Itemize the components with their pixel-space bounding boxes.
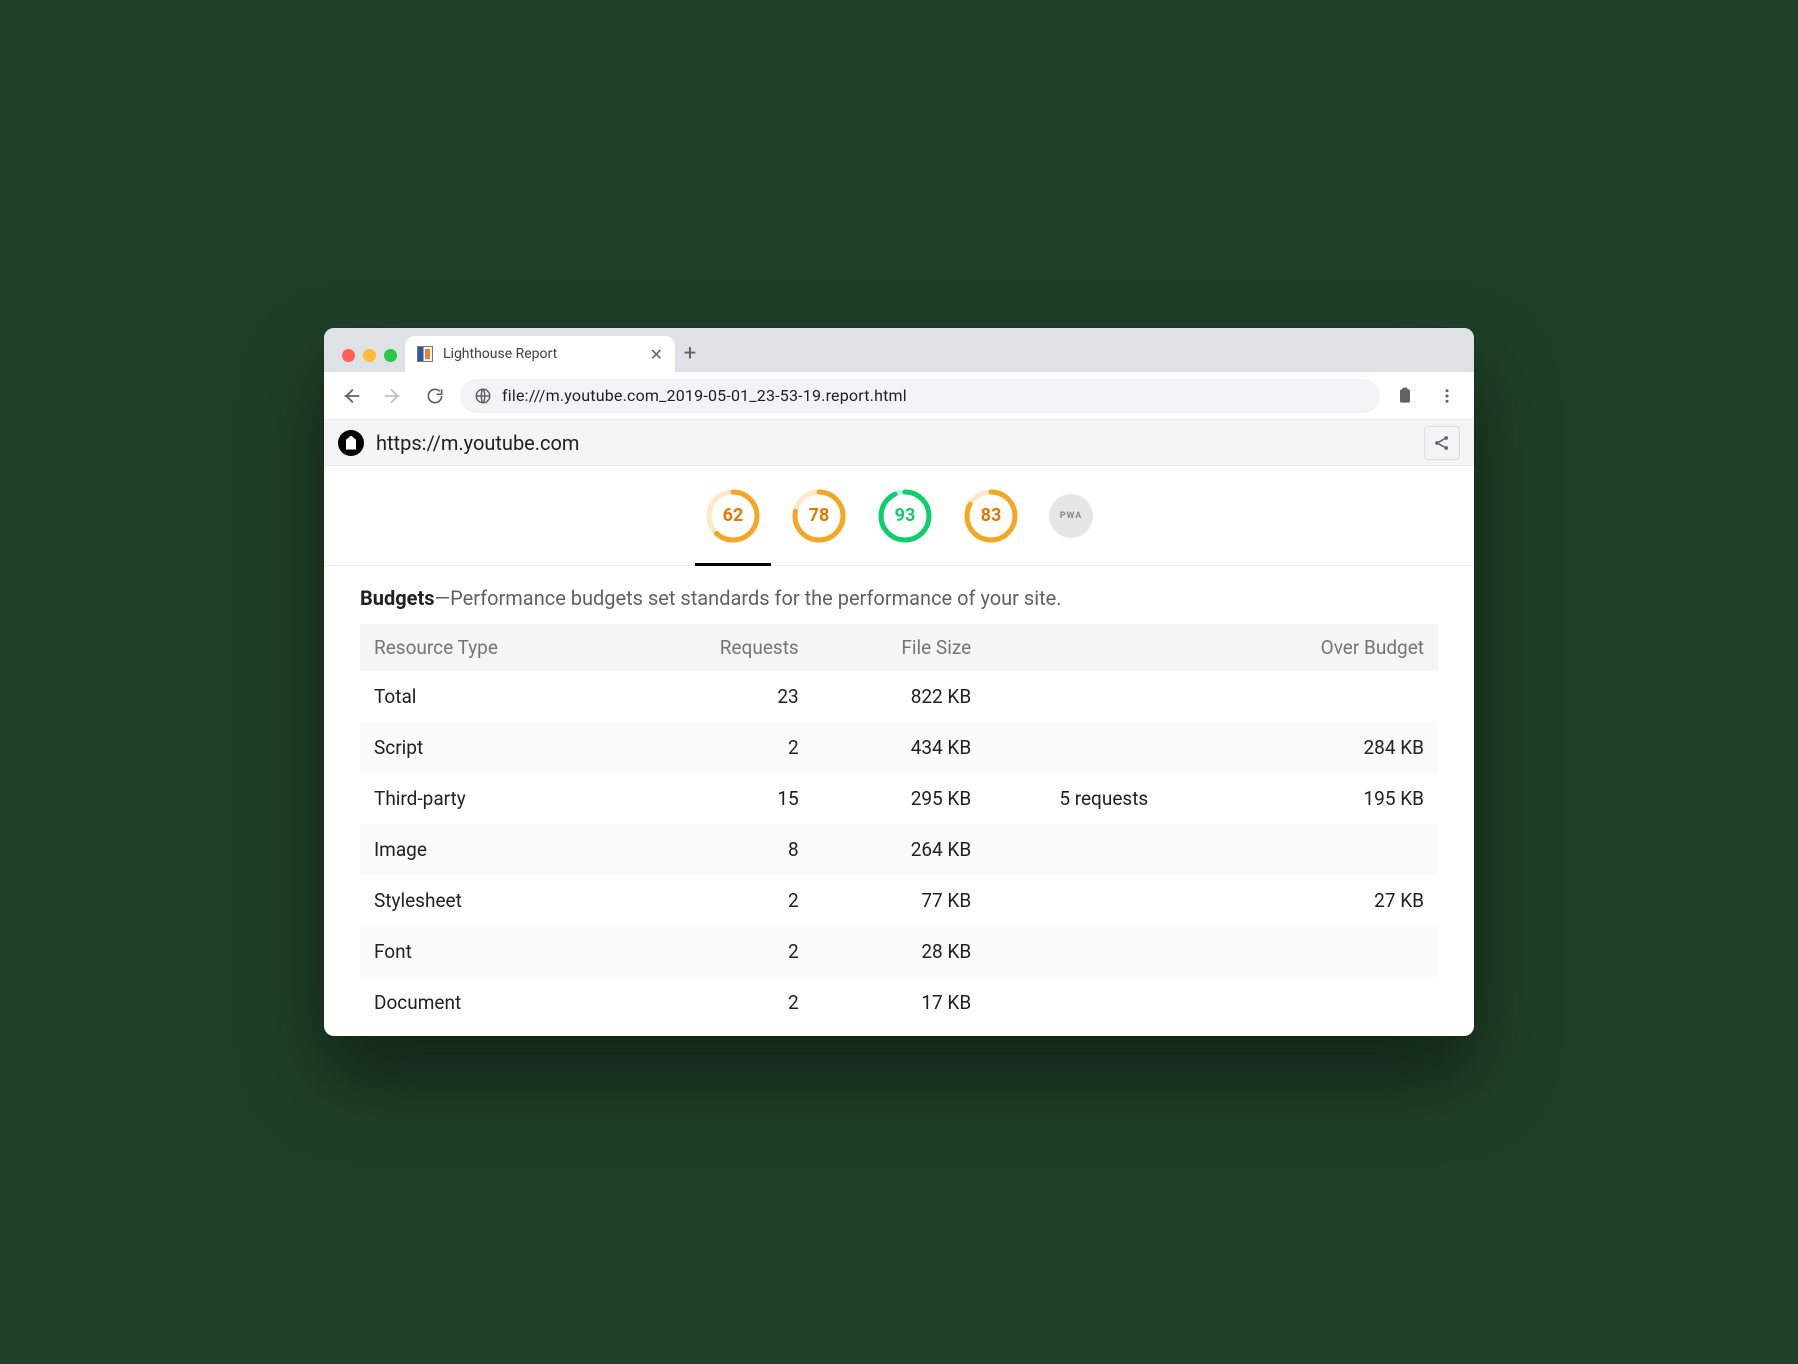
resource-type: Image — [360, 824, 662, 875]
gauge-score: 93 — [877, 488, 933, 544]
window-minimize-button[interactable] — [363, 349, 376, 362]
reload-button[interactable] — [418, 379, 452, 413]
clipboard-icon — [1395, 386, 1415, 406]
score-gauge-1[interactable]: 78 — [791, 488, 847, 544]
url-text: file:///m.youtube.com_2019-05-01_23-53-1… — [502, 386, 907, 405]
requests: 2 — [662, 926, 813, 977]
resource-type: Stylesheet — [360, 875, 662, 926]
budgets-col-0: Resource Type — [360, 624, 662, 671]
resource-type: Total — [360, 671, 662, 722]
requests: 2 — [662, 722, 813, 773]
share-button[interactable] — [1424, 426, 1460, 460]
kebab-icon — [1438, 387, 1456, 405]
report-site-url: https://m.youtube.com — [376, 431, 579, 455]
table-row: Script2434 KB 284 KB — [360, 722, 1438, 773]
file-size: 77 KB — [813, 875, 985, 926]
score-gauge-3[interactable]: 83 — [963, 488, 1019, 544]
budgets-header-row: Resource TypeRequestsFile Size Over Budge… — [360, 624, 1438, 671]
reload-icon — [425, 386, 445, 406]
file-size: 295 KB — [813, 773, 985, 824]
lighthouse-favicon-icon — [417, 346, 433, 362]
budgets-heading: Budgets—Performance budgets set standard… — [360, 586, 1438, 610]
over-size: 27 KB — [1222, 875, 1438, 926]
back-button[interactable] — [334, 379, 368, 413]
over-requests — [985, 824, 1222, 875]
share-icon — [1432, 433, 1452, 453]
browser-menu-button[interactable] — [1430, 379, 1464, 413]
arrow-right-icon — [382, 385, 404, 407]
gauge-score: 78 — [791, 488, 847, 544]
table-row: Image8264 KB — [360, 824, 1438, 875]
resource-type: Third-party — [360, 773, 662, 824]
file-size: 434 KB — [813, 722, 985, 773]
over-requests — [985, 875, 1222, 926]
file-size: 28 KB — [813, 926, 985, 977]
globe-icon — [474, 387, 492, 405]
browser-tab[interactable]: Lighthouse Report ✕ — [405, 336, 675, 372]
requests: 2 — [662, 977, 813, 1028]
requests: 8 — [662, 824, 813, 875]
tab-title: Lighthouse Report — [443, 346, 640, 362]
budgets-col-3 — [985, 624, 1222, 671]
table-row: Document217 KB — [360, 977, 1438, 1028]
budgets-heading-rest: —Performance budgets set standards for t… — [435, 586, 1062, 610]
table-row: Total23822 KB — [360, 671, 1438, 722]
file-size: 17 KB — [813, 977, 985, 1028]
over-size — [1222, 926, 1438, 977]
table-row: Font228 KB — [360, 926, 1438, 977]
arrow-left-icon — [340, 385, 362, 407]
table-row: Stylesheet277 KB 27 KB — [360, 875, 1438, 926]
budgets-table: Resource TypeRequestsFile Size Over Budge… — [360, 624, 1438, 1028]
resource-type: Document — [360, 977, 662, 1028]
requests: 23 — [662, 671, 813, 722]
extensions-button[interactable] — [1388, 379, 1422, 413]
forward-button[interactable] — [376, 379, 410, 413]
new-tab-button[interactable]: + — [675, 341, 705, 372]
window-close-button[interactable] — [342, 349, 355, 362]
tab-close-icon[interactable]: ✕ — [650, 345, 663, 364]
requests: 2 — [662, 875, 813, 926]
report-header: https://m.youtube.com — [324, 420, 1474, 466]
over-requests — [985, 926, 1222, 977]
browser-toolbar: file:///m.youtube.com_2019-05-01_23-53-1… — [324, 372, 1474, 420]
score-gauges: 62 78 93 83 PWA — [324, 466, 1474, 566]
resource-type: Font — [360, 926, 662, 977]
over-size — [1222, 977, 1438, 1028]
tab-strip: Lighthouse Report ✕ + — [324, 328, 1474, 372]
file-size: 264 KB — [813, 824, 985, 875]
browser-window: Lighthouse Report ✕ + file:///m.youtube.… — [324, 328, 1474, 1036]
window-controls — [336, 349, 405, 372]
window-zoom-button[interactable] — [384, 349, 397, 362]
budgets-col-4: Over Budget — [1222, 624, 1438, 671]
score-gauge-2[interactable]: 93 — [877, 488, 933, 544]
budgets-col-2: File Size — [813, 624, 985, 671]
over-size — [1222, 824, 1438, 875]
budgets-heading-strong: Budgets — [360, 586, 435, 610]
budgets-section: Budgets—Performance budgets set standard… — [324, 566, 1474, 1036]
address-bar[interactable]: file:///m.youtube.com_2019-05-01_23-53-1… — [460, 379, 1380, 413]
lighthouse-logo-icon — [338, 430, 364, 456]
pwa-badge[interactable]: PWA — [1049, 494, 1093, 538]
budgets-col-1: Requests — [662, 624, 813, 671]
over-requests — [985, 671, 1222, 722]
resource-type: Script — [360, 722, 662, 773]
over-requests — [985, 977, 1222, 1028]
over-requests: 5 requests — [985, 773, 1222, 824]
gauge-score: 83 — [963, 488, 1019, 544]
over-requests — [985, 722, 1222, 773]
table-row: Third-party15295 KB5 requests195 KB — [360, 773, 1438, 824]
over-size: 284 KB — [1222, 722, 1438, 773]
gauge-score: 62 — [705, 488, 761, 544]
requests: 15 — [662, 773, 813, 824]
over-size — [1222, 671, 1438, 722]
over-size: 195 KB — [1222, 773, 1438, 824]
file-size: 822 KB — [813, 671, 985, 722]
score-gauge-0[interactable]: 62 — [705, 488, 761, 544]
